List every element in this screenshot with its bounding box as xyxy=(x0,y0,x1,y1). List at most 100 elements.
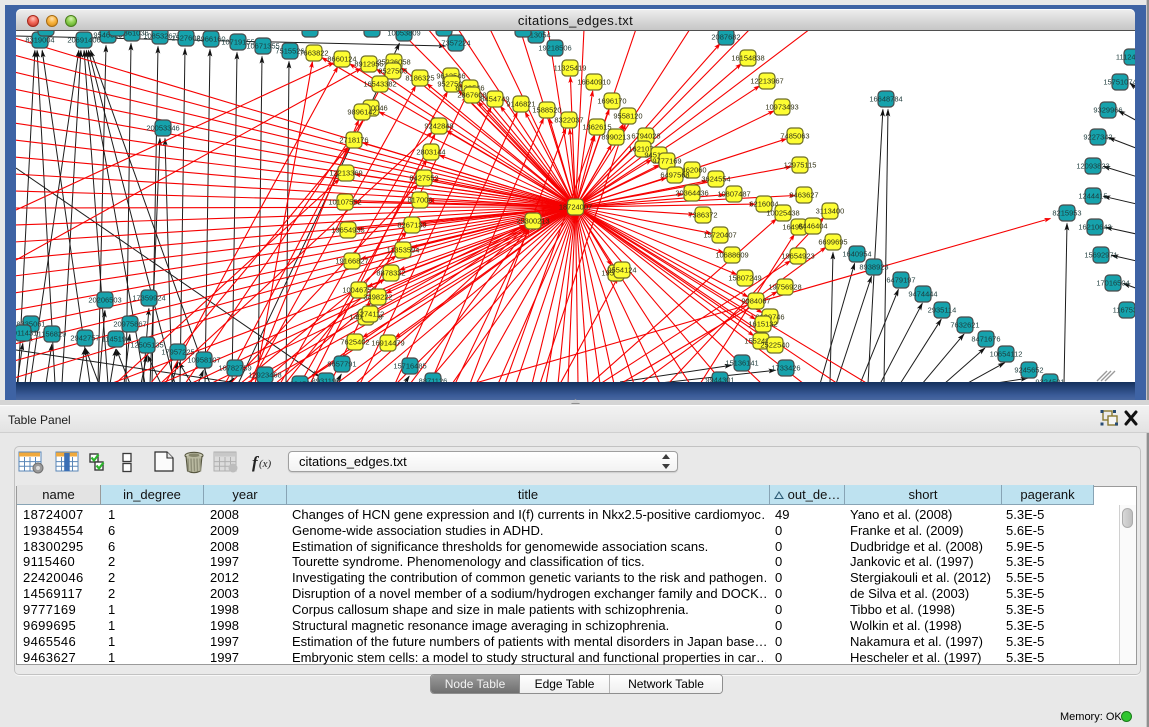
svg-text:2942757: 2942757 xyxy=(70,334,99,343)
svg-text:20364436: 20364436 xyxy=(675,189,708,198)
svg-text:15751074: 15751074 xyxy=(1103,78,1135,87)
svg-text:17016504: 17016504 xyxy=(1096,279,1129,288)
svg-text:(x): (x) xyxy=(259,458,272,470)
svg-text:9084067: 9084067 xyxy=(741,297,770,306)
svg-text:6497568: 6497568 xyxy=(660,171,689,180)
svg-text:8267130: 8267130 xyxy=(397,221,426,230)
svg-text:8990213: 8990213 xyxy=(601,133,630,142)
svg-text:10053809: 10053809 xyxy=(387,31,420,38)
svg-text:3113400: 3113400 xyxy=(816,207,845,216)
svg-text:19654935: 19654935 xyxy=(331,226,364,235)
svg-text:10688609: 10688609 xyxy=(715,251,748,260)
svg-text:11124589: 11124589 xyxy=(1116,53,1135,62)
svg-text:12213369: 12213369 xyxy=(329,169,362,178)
svg-text:7625402: 7625402 xyxy=(340,338,369,347)
svg-text:15136141: 15136141 xyxy=(725,359,758,368)
svg-text:9329966: 9329966 xyxy=(1093,106,1122,115)
svg-text:1145194: 1145194 xyxy=(102,335,131,344)
svg-text:8454749: 8454749 xyxy=(480,95,509,104)
svg-text:1167533: 1167533 xyxy=(1113,306,1135,315)
svg-text:10958107: 10958107 xyxy=(187,356,220,365)
svg-text:19166827: 19166827 xyxy=(335,257,368,266)
svg-text:7485063: 7485063 xyxy=(780,132,809,141)
svg-text:6446404: 6446404 xyxy=(798,222,827,231)
svg-text:15716485: 15716485 xyxy=(393,362,426,371)
svg-text:3498222: 3498222 xyxy=(363,293,392,302)
svg-text:2718176: 2718176 xyxy=(339,136,368,145)
svg-text:1696170: 1696170 xyxy=(597,97,626,106)
svg-text:9896142: 9896142 xyxy=(347,108,376,117)
svg-text:16210643: 16210643 xyxy=(1078,223,1111,232)
svg-text:16782759: 16782759 xyxy=(218,364,251,373)
svg-text:10807487: 10807487 xyxy=(717,190,750,199)
svg-text:9324501: 9324501 xyxy=(1035,378,1064,383)
svg-text:9558120: 9558120 xyxy=(613,112,642,121)
svg-text:18724007: 18724007 xyxy=(559,203,592,212)
svg-text:9944301: 9944301 xyxy=(705,376,734,383)
svg-text:8319004: 8319004 xyxy=(25,36,54,45)
svg-text:17359924: 17359924 xyxy=(132,294,165,303)
svg-text:20975867: 20975867 xyxy=(113,320,146,329)
svg-text:8215953: 8215953 xyxy=(1052,209,1081,218)
svg-text:3624554: 3624554 xyxy=(701,175,730,184)
svg-text:12975115: 12975115 xyxy=(784,161,817,170)
svg-text:8931196: 8931196 xyxy=(312,377,341,383)
svg-text:8660124: 8660124 xyxy=(327,55,356,64)
svg-text:12505135: 12505135 xyxy=(130,341,163,350)
svg-text:19756928: 19756928 xyxy=(768,283,801,292)
svg-text:1615132: 1615132 xyxy=(748,320,777,329)
svg-text:817006: 817006 xyxy=(407,196,432,205)
svg-text:8322037: 8322037 xyxy=(554,116,583,125)
svg-text:10025438: 10025438 xyxy=(766,209,799,218)
svg-text:8938923: 8938923 xyxy=(859,263,888,272)
svg-text:10654112: 10654112 xyxy=(990,350,1023,359)
svg-text:9554124: 9554124 xyxy=(607,266,636,275)
svg-text:2087682: 2087682 xyxy=(711,33,740,42)
svg-text:2935114: 2935114 xyxy=(928,306,957,315)
svg-text:11325419: 11325419 xyxy=(554,64,587,73)
svg-text:8471676: 8471676 xyxy=(971,335,1000,344)
svg-text:7663822: 7663822 xyxy=(299,49,328,58)
svg-text:20206503: 20206503 xyxy=(88,296,121,305)
svg-text:16154838: 16154838 xyxy=(731,54,764,63)
svg-text:10973493: 10973493 xyxy=(765,103,798,112)
svg-text:1588520: 1588520 xyxy=(532,106,561,115)
svg-text:19654923: 19654923 xyxy=(781,252,814,261)
svg-text:11353594: 11353594 xyxy=(387,246,420,255)
svg-text:12213967: 12213967 xyxy=(750,77,783,86)
svg-text:16543382: 16543382 xyxy=(363,80,396,89)
svg-text:1362615: 1362615 xyxy=(582,123,611,132)
svg-text:8878332: 8878332 xyxy=(376,269,405,278)
svg-text:1640954: 1640954 xyxy=(842,250,871,259)
svg-text:9657791: 9657791 xyxy=(327,360,356,369)
svg-text:2803144: 2803144 xyxy=(416,148,445,157)
svg-text:19218506: 19218506 xyxy=(538,44,571,53)
svg-text:16648784: 16648784 xyxy=(869,95,902,104)
svg-text:15807249: 15807249 xyxy=(728,274,761,283)
svg-text:9227342: 9227342 xyxy=(1083,133,1112,142)
svg-text:6479197: 6479197 xyxy=(886,276,915,285)
svg-text:8871126: 8871126 xyxy=(419,377,448,383)
svg-text:9245652: 9245652 xyxy=(1014,366,1043,375)
svg-text:9777169: 9777169 xyxy=(652,157,681,166)
svg-text:9463627: 9463627 xyxy=(789,191,818,200)
svg-text:1274112: 1274112 xyxy=(356,310,385,319)
svg-text:9474444: 9474444 xyxy=(908,290,937,299)
svg-text:9024502: 9024502 xyxy=(285,380,314,383)
svg-text:12923468: 12923468 xyxy=(248,371,281,380)
svg-text:6216004: 6216004 xyxy=(749,200,778,209)
svg-text:7386372: 7386372 xyxy=(688,211,717,220)
svg-text:7632621: 7632621 xyxy=(950,321,979,330)
svg-text:8427552: 8427552 xyxy=(409,174,438,183)
svg-text:16914479: 16914479 xyxy=(371,339,404,348)
svg-text:9242848: 9242848 xyxy=(424,122,453,131)
svg-text:8186325: 8186325 xyxy=(405,74,434,83)
svg-text:1156829: 1156829 xyxy=(38,330,67,339)
svg-text:9146821: 9146821 xyxy=(506,100,535,109)
svg-text:3911431: 3911431 xyxy=(16,329,37,338)
svg-text:25300213: 25300213 xyxy=(516,217,549,226)
svg-text:15720407: 15720407 xyxy=(703,231,736,240)
svg-text:7357224: 7357224 xyxy=(441,39,470,48)
svg-text:2522540: 2522540 xyxy=(760,341,789,350)
svg-text:6699695: 6699695 xyxy=(818,238,847,247)
